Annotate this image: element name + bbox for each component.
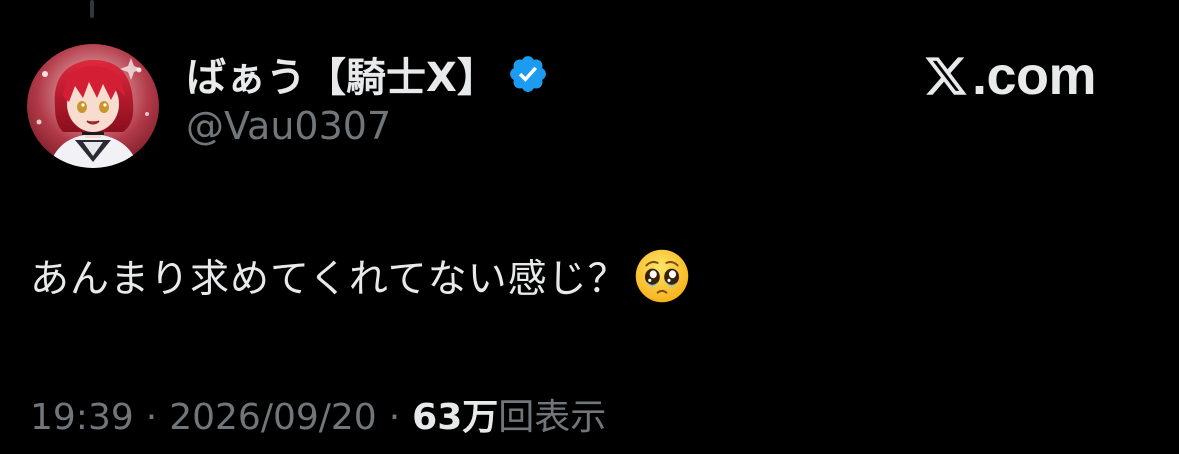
x-logo-icon [925,57,967,95]
author-name-row[interactable]: ばぁう【騎士X】 [186,46,549,102]
avatar-image [27,44,159,168]
x-com-text: .com [972,46,1097,106]
tweet-text: あんまり求めてくれてない感じ？ [30,257,628,302]
tweet-date[interactable]: 2026/09/20 [169,397,377,438]
x-com-watermark: .com [922,46,1097,106]
views-label: 回表示 [498,397,607,438]
meta-separator: · [388,397,401,438]
tweet-body: あんまり求めてくれてない感じ？ [30,248,690,304]
tweet-time[interactable]: 19:39 [30,397,134,438]
avatar[interactable] [27,44,159,168]
pleading-face-emoji-icon [635,249,688,303]
verified-badge-icon [509,56,546,92]
thread-connector-line [90,0,94,18]
meta-separator: · [145,397,158,438]
author-display-name[interactable]: ばぁう【騎士X】 [186,45,497,103]
views-count[interactable]: 63万 [412,388,498,440]
author-handle[interactable]: @Vau0307 [186,104,391,148]
tweet-meta: 19:39 · 2026/09/20 · 63万 回表示 [30,388,606,440]
